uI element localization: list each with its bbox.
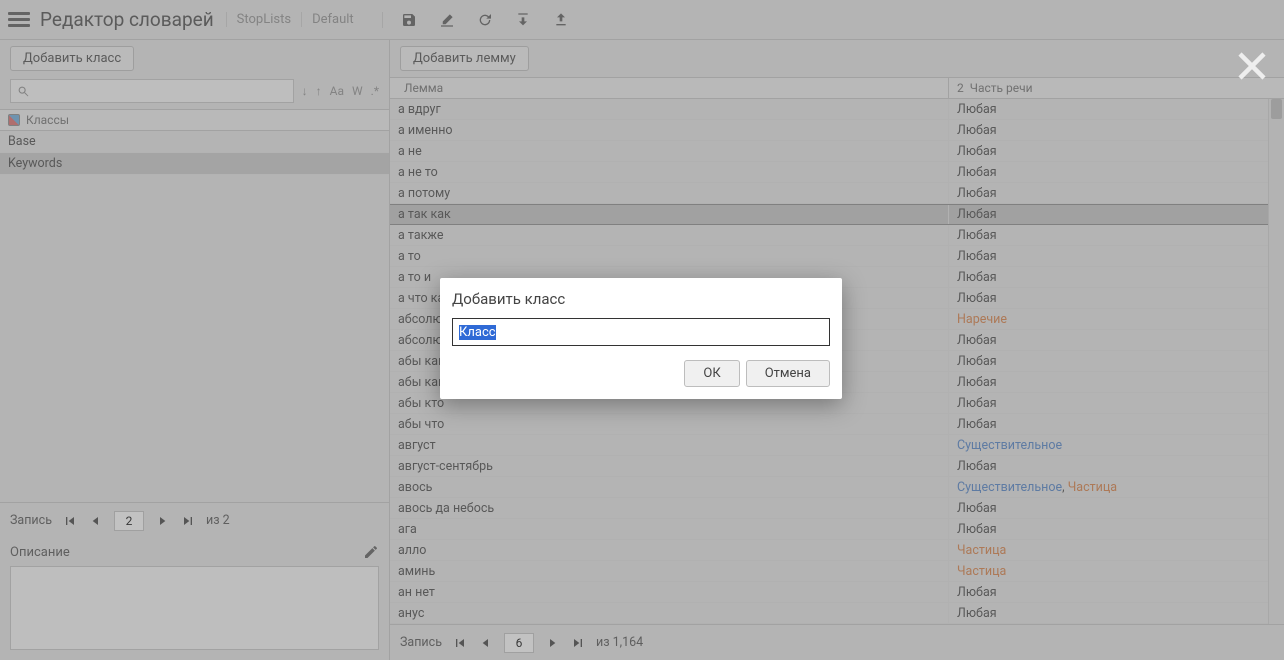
close-icon[interactable] xyxy=(1234,48,1270,88)
dialog-title: Добавить класс xyxy=(452,290,830,308)
ok-button[interactable]: ОК xyxy=(684,360,739,387)
add-class-dialog: Добавить класс ОК Отмена xyxy=(440,278,842,399)
cancel-button[interactable]: Отмена xyxy=(746,360,830,387)
class-name-input[interactable] xyxy=(452,318,830,346)
modal-overlay[interactable]: Добавить класс ОК Отмена xyxy=(0,0,1284,660)
